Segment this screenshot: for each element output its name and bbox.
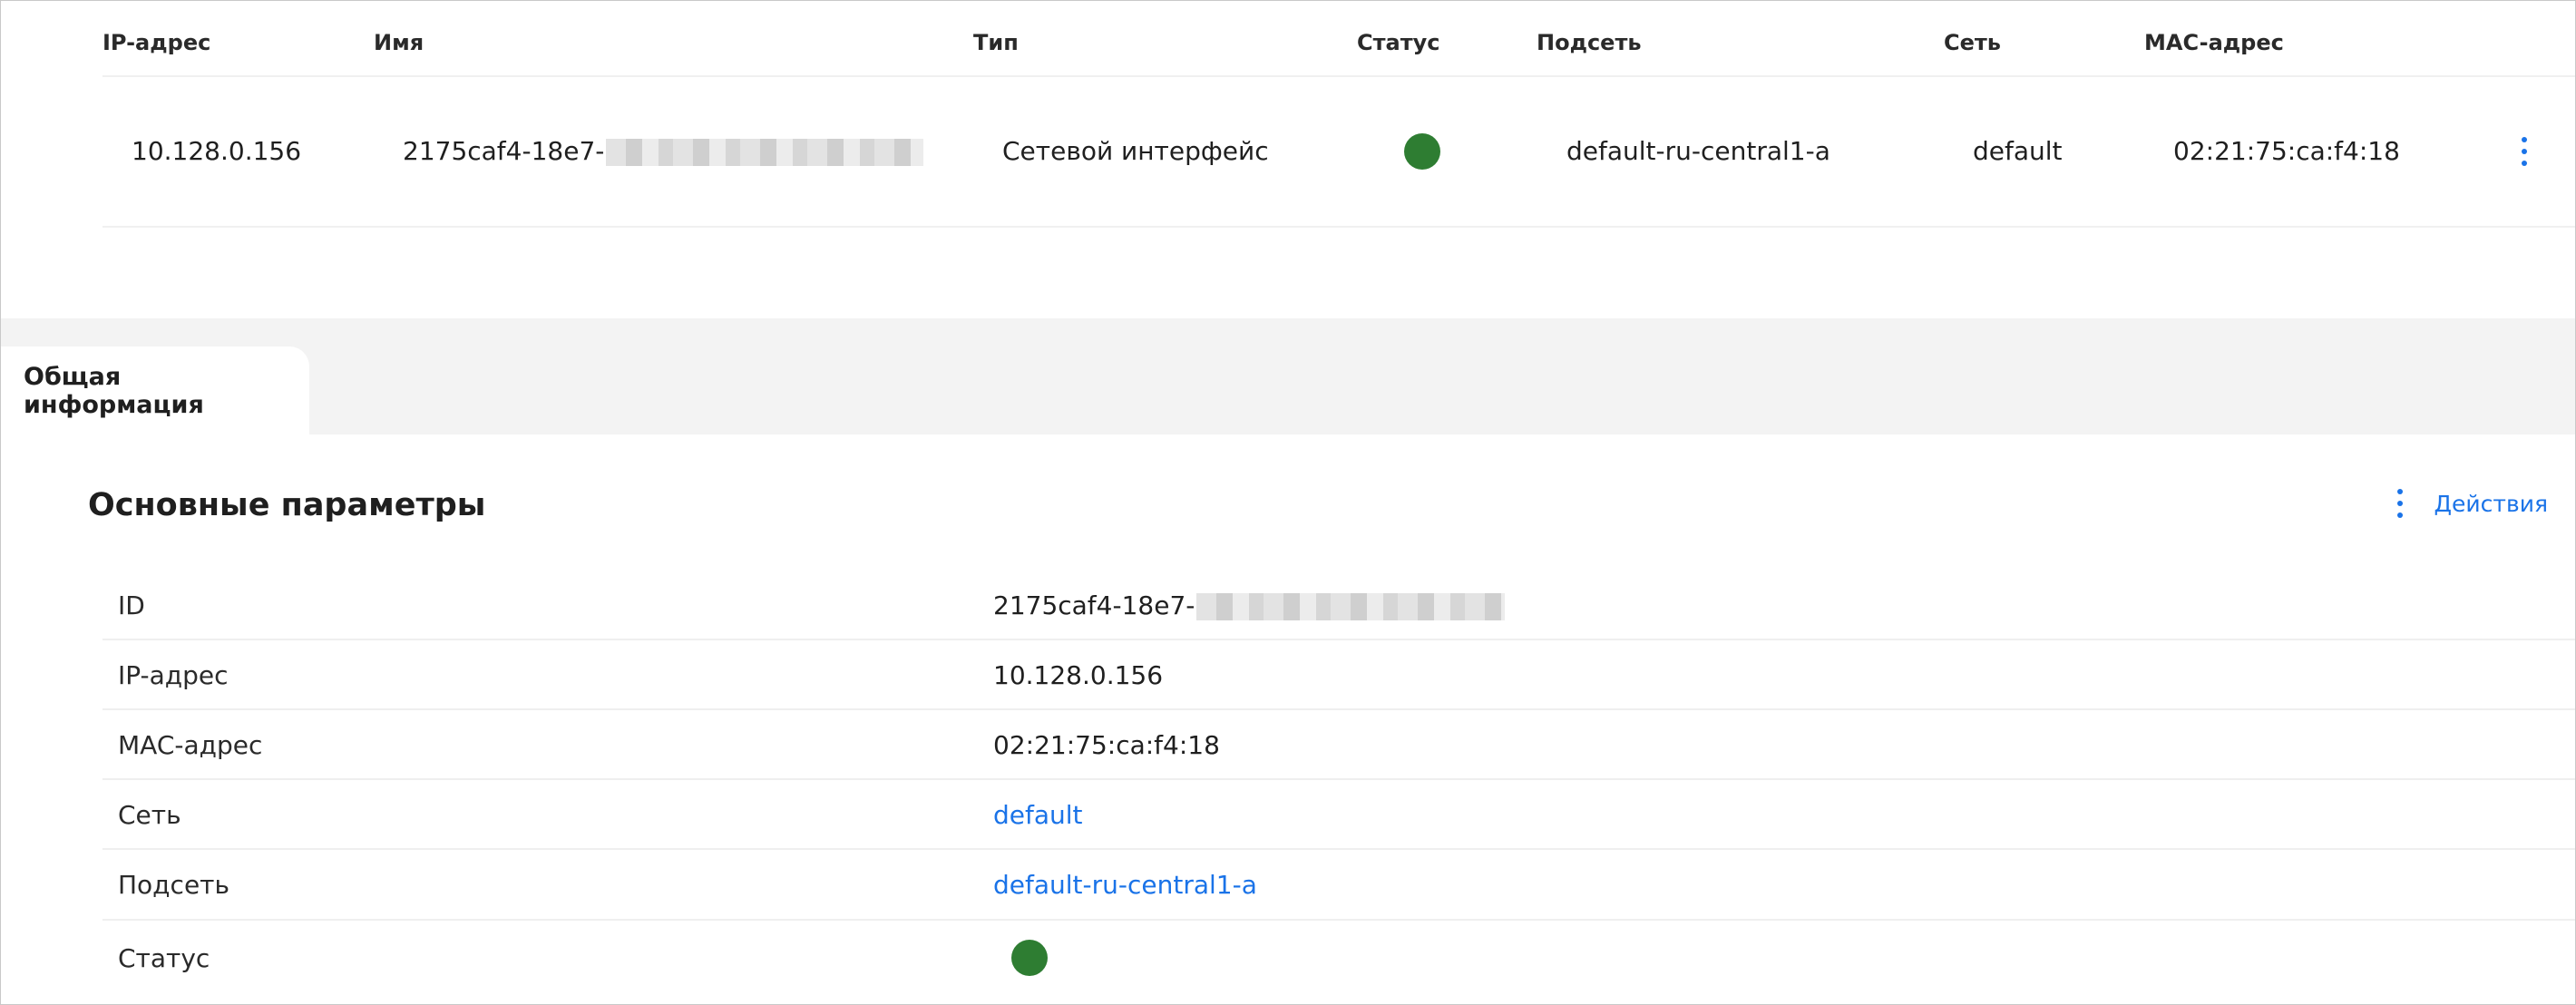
divider — [102, 708, 2575, 710]
detail-value-ip: 10.128.0.156 — [993, 660, 1164, 690]
detail-value-mac: 02:21:75:ca:f4:18 — [993, 730, 1220, 760]
cell-subnet: default-ru-central1-a — [1566, 136, 1830, 166]
detail-label-mac: MAC-адрес — [118, 730, 263, 760]
status-running-icon — [1011, 940, 1048, 976]
row-more-vertical-icon[interactable] — [2513, 137, 2535, 166]
divider — [102, 778, 2575, 780]
cell-mac: 02:21:75:ca:f4:18 — [2173, 136, 2400, 166]
detail-label-ip: IP-адрес — [118, 660, 229, 690]
cell-name: 2175caf4-18e7- — [403, 136, 924, 166]
detail-label-status: Статус — [118, 943, 210, 973]
more-vertical-icon — [2389, 489, 2411, 518]
subnet-link[interactable]: default-ru-central1-a — [993, 870, 1257, 900]
cell-name-text: 2175caf4-18e7- — [403, 136, 605, 166]
detail-label-subnet: Подсеть — [118, 870, 229, 900]
cell-type: Сетевой интерфейс — [1002, 136, 1269, 166]
network-link[interactable]: default — [993, 800, 1083, 830]
actions-button[interactable]: Действия — [2389, 489, 2549, 518]
column-header-ip[interactable]: IP-адрес — [102, 30, 210, 55]
redacted-block — [1196, 593, 1506, 620]
status-running-icon — [1404, 133, 1440, 170]
divider — [102, 639, 2575, 640]
redacted-block — [606, 139, 924, 166]
tabs-bar — [1, 318, 2575, 434]
actions-label: Действия — [2434, 490, 2549, 517]
divider — [102, 919, 2575, 921]
divider — [102, 226, 2575, 228]
tab-general-info[interactable]: Общая информация — [1, 346, 309, 434]
section-title: Основные параметры — [88, 487, 486, 523]
tab-label: Общая информация — [24, 362, 204, 419]
cell-ip: 10.128.0.156 — [132, 136, 302, 166]
column-header-type[interactable]: Тип — [973, 30, 1019, 55]
divider — [102, 848, 2575, 850]
divider — [102, 75, 2575, 77]
column-header-subnet[interactable]: Подсеть — [1537, 30, 1642, 55]
detail-value-id: 2175caf4-18e7- — [993, 590, 1506, 620]
network-interfaces-panel: IP-адрес Имя Тип Статус Подсеть Сеть MAC… — [0, 0, 2576, 1005]
column-header-status[interactable]: Статус — [1357, 30, 1440, 55]
detail-value-id-text: 2175caf4-18e7- — [993, 590, 1195, 620]
cell-network: default — [1973, 136, 2063, 166]
detail-label-id: ID — [118, 590, 145, 620]
column-header-name[interactable]: Имя — [374, 30, 424, 55]
detail-label-network: Сеть — [118, 800, 181, 830]
column-header-mac[interactable]: MAC-адрес — [2144, 30, 2284, 55]
column-header-network[interactable]: Сеть — [1944, 30, 2001, 55]
